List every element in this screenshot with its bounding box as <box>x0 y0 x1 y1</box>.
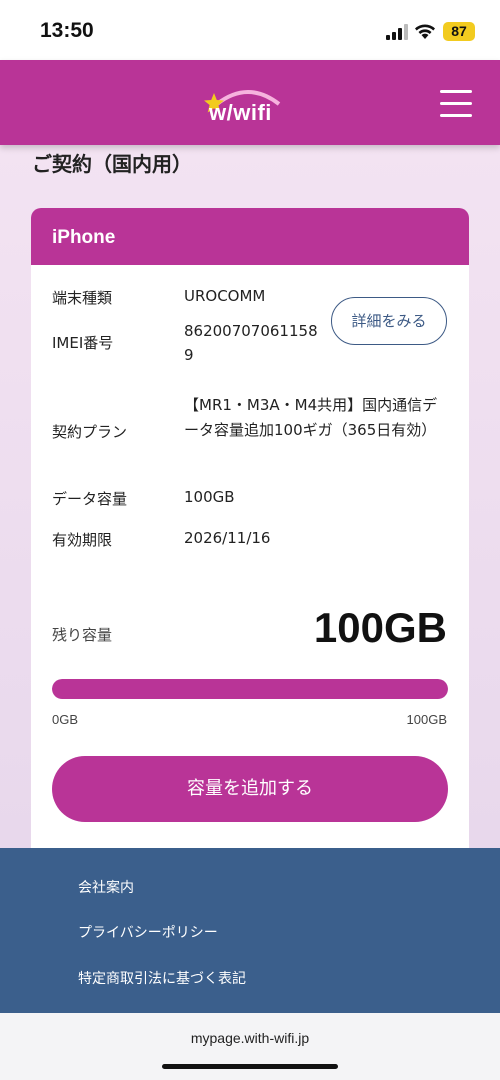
logo-text: w/wifi <box>209 100 272 125</box>
imei-value: 862007070611589 <box>184 322 318 364</box>
wifi-icon <box>415 24 435 39</box>
capacity-progress-fill <box>52 679 448 699</box>
status-bar: 13:50 87 <box>0 0 500 60</box>
scale-max-label: 100GB <box>406 712 447 727</box>
cellular-signal-icon <box>386 24 408 40</box>
page-title: ご契約（国内用） <box>32 152 192 176</box>
capacity-progress-bar <box>52 679 448 699</box>
contract-card: iPhone 端末種類 UROCOMM IMEI番号 8620070706115… <box>31 208 469 850</box>
home-indicator <box>162 1064 338 1069</box>
device-type-label: 端末種類 <box>52 289 113 307</box>
site-header: w/wifi <box>0 60 500 145</box>
footer-link-company[interactable]: 会社案内 <box>78 877 134 897</box>
scale-min-label: 0GB <box>52 712 79 727</box>
imei-label: IMEI番号 <box>52 334 114 352</box>
url-text[interactable]: mypage.with-wifi.jp <box>0 1030 500 1046</box>
plan-label: 契約プラン <box>52 423 128 441</box>
remaining-capacity-value: 100GB <box>313 604 447 651</box>
expiry-label: 有効期限 <box>52 531 113 549</box>
footer-link-commerce-law[interactable]: 特定商取引法に基づく表記 <box>78 968 246 988</box>
data-capacity-label: データ容量 <box>52 490 128 508</box>
footer-link-privacy[interactable]: プライバシーポリシー <box>78 922 218 942</box>
site-footer: 会社案内 プライバシーポリシー 特定商取引法に基づく表記 <box>0 848 500 1013</box>
plan-value: 【MR1・M3A・M4共用】国内通信データ容量追加100ギガ（365日有効） <box>184 396 438 439</box>
add-capacity-button[interactable]: 容量を追加する <box>52 756 448 822</box>
remaining-capacity-label: 残り容量 <box>52 626 113 644</box>
view-details-button[interactable]: 詳細をみる <box>331 297 447 345</box>
site-logo[interactable]: w/wifi <box>203 86 295 126</box>
expiry-value: 2026/11/16 <box>184 529 271 547</box>
browser-address-bar: mypage.with-wifi.jp <box>0 1013 500 1080</box>
device-type-value: UROCOMM <box>184 287 266 305</box>
status-time: 13:50 <box>40 19 94 42</box>
hamburger-menu-icon[interactable] <box>440 90 474 118</box>
card-title: iPhone <box>52 227 116 248</box>
battery-indicator: 87 <box>443 22 475 41</box>
data-capacity-value: 100GB <box>184 488 235 506</box>
